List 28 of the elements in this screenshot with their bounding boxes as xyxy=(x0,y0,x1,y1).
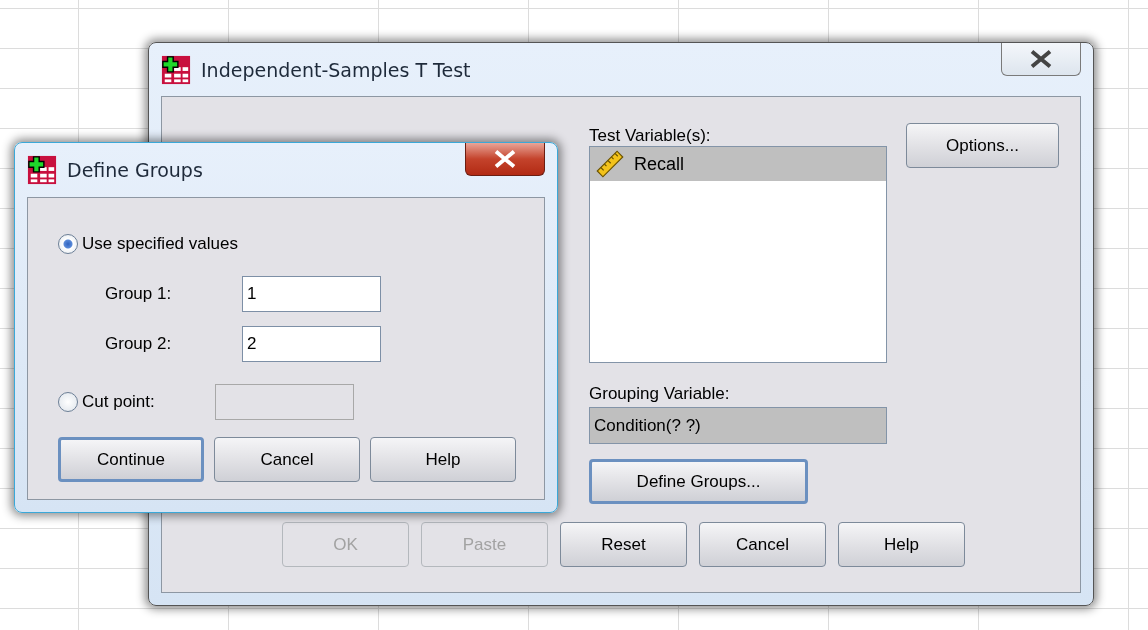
radio-label: Cut point: xyxy=(82,392,156,412)
options-button[interactable]: Options... xyxy=(906,123,1059,168)
group-value-field[interactable]: 2 xyxy=(242,326,381,362)
window-title: Define Groups xyxy=(67,159,204,181)
define-groups-button[interactable]: Define Groups... xyxy=(589,459,808,504)
test-variables-list[interactable]: Recall xyxy=(589,146,887,363)
dialog-button[interactable]: Help xyxy=(370,437,516,482)
app-icon xyxy=(161,54,191,85)
dialog-button[interactable]: Help xyxy=(838,522,965,567)
close-button[interactable] xyxy=(465,143,545,176)
grouping-variable-label: Grouping Variable: xyxy=(589,385,731,403)
dialog-button[interactable]: Continue xyxy=(58,437,204,482)
dialog-button[interactable]: Cancel xyxy=(699,522,826,567)
field-label: Group 1: xyxy=(105,284,173,304)
close-icon xyxy=(1030,50,1052,68)
test-variables-label: Test Variable(s): xyxy=(589,127,712,145)
radio-button[interactable] xyxy=(58,234,78,254)
dialog-button[interactable]: Reset xyxy=(560,522,687,567)
radio-label: Use specified values xyxy=(82,234,238,254)
list-item[interactable]: Recall xyxy=(590,147,886,181)
window-title: Independent-Samples T Test xyxy=(201,58,472,81)
dialog-button[interactable]: Cancel xyxy=(214,437,360,482)
grouping-variable-field[interactable]: Condition(? ?) xyxy=(589,407,887,444)
close-icon xyxy=(494,150,516,168)
close-button[interactable] xyxy=(1001,43,1081,76)
group-value-field[interactable]: 1 xyxy=(242,276,381,312)
field-label: Group 2: xyxy=(105,334,173,354)
app-icon xyxy=(27,155,57,185)
